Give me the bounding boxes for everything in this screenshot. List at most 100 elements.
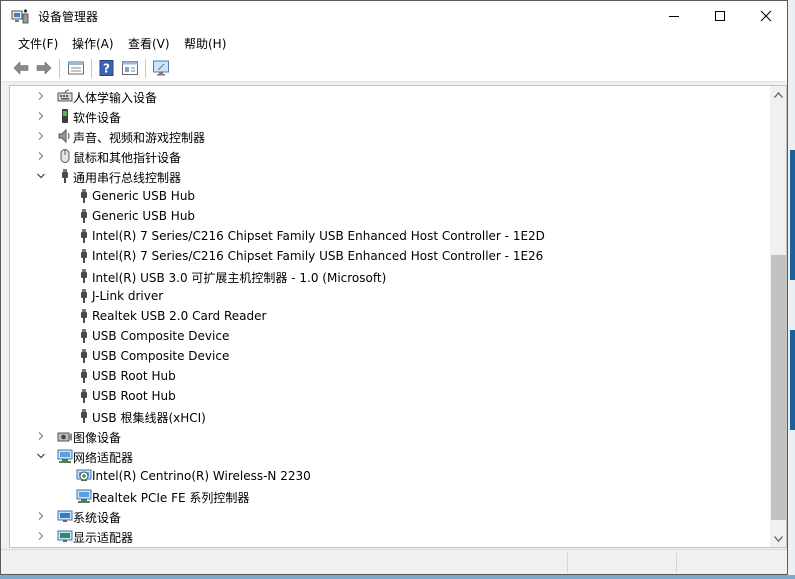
system-device-icon xyxy=(57,510,73,522)
tree-item-label: 网络适配器 xyxy=(73,451,134,465)
device-tree[interactable]: 人体学输入设备 软件设备声音、视频和游戏控制器 鼠标和其他指针设备 通用串行总线控制器… xyxy=(9,85,787,548)
scroll-up-button[interactable] xyxy=(770,86,786,103)
minimize-button[interactable] xyxy=(651,1,697,31)
tree-item-label: 显示适配器 xyxy=(73,531,134,545)
scroll-down-button[interactable] xyxy=(770,530,786,547)
usb-icon xyxy=(81,329,87,343)
menu-view[interactable]: 查看(V) xyxy=(128,35,170,52)
tree-category[interactable]: 软件设备 xyxy=(10,106,770,126)
menu-bar: 文件(F) 操作(A) 查看(V) 帮助(H) xyxy=(1,31,787,54)
tree-device[interactable]: USB Root Hub xyxy=(10,366,770,386)
monitor-icon[interactable] xyxy=(152,59,170,77)
tree-device[interactable]: Intel(R) USB 3.0 可扩展主机控制器 - 1.0 (Microso… xyxy=(10,266,770,286)
tree-item-label: 声音、视频和游戏控制器 xyxy=(73,131,206,145)
usb-icon xyxy=(81,349,87,363)
tree-item-label: Intel(R) 7 Series/C216 Chipset Family US… xyxy=(92,249,544,263)
tree-item-label: Intel(R) USB 3.0 可扩展主机控制器 - 1.0 (Microso… xyxy=(92,271,387,285)
tree-category[interactable]: 网络适配器 xyxy=(10,446,770,466)
usb-icon xyxy=(81,209,87,223)
tree-device[interactable]: Generic USB Hub xyxy=(10,186,770,206)
usb-icon xyxy=(62,169,68,183)
tree-device[interactable]: USB 根集线器(xHCI) xyxy=(10,406,770,426)
menu-file[interactable]: 文件(F) xyxy=(18,35,58,52)
expand-chevron-right-icon[interactable] xyxy=(36,151,46,161)
hid-device-icon xyxy=(57,89,73,102)
close-button[interactable] xyxy=(743,1,787,31)
expand-chevron-right-icon[interactable] xyxy=(36,431,46,441)
tree-device[interactable]: Intel(R) 7 Series/C216 Chipset Family US… xyxy=(10,226,770,246)
software-device-icon xyxy=(62,109,68,123)
status-pane xyxy=(567,553,568,572)
menu-action[interactable]: 操作(A) xyxy=(72,35,114,52)
expand-chevron-right-icon[interactable] xyxy=(36,531,46,541)
expand-chevron-right-icon[interactable] xyxy=(36,131,46,141)
tree-item-label: USB Composite Device xyxy=(92,329,230,343)
minimize-icon xyxy=(669,16,679,17)
network-adapter-icon xyxy=(76,489,92,503)
forward-arrow-icon[interactable] xyxy=(35,59,53,77)
tree-category[interactable]: 图像设备 xyxy=(10,426,770,446)
tree-device[interactable]: Intel(R) Centrino(R) Wireless-N 2230 xyxy=(10,466,770,486)
tree-item-label: 系统设备 xyxy=(73,511,122,525)
device-manager-icon xyxy=(11,9,29,24)
tree-category[interactable]: 声音、视频和游戏控制器 xyxy=(10,126,770,146)
usb-icon xyxy=(81,409,87,423)
vertical-scrollbar[interactable] xyxy=(770,86,786,547)
expand-chevron-down-icon[interactable] xyxy=(36,451,46,461)
back-arrow-icon[interactable] xyxy=(12,59,30,77)
speaker-icon xyxy=(58,128,70,144)
usb-icon xyxy=(81,189,87,203)
status-pane xyxy=(676,553,677,572)
tree-category[interactable]: 鼠标和其他指针设备 xyxy=(10,146,770,166)
maximize-icon xyxy=(715,11,725,21)
tree-device[interactable]: J-Link driver xyxy=(10,286,770,306)
scroll-thumb[interactable] xyxy=(771,255,786,520)
tree-category[interactable]: 显示适配器 xyxy=(10,526,770,546)
tree-device[interactable]: Realtek PCIe FE 系列控制器 xyxy=(10,486,770,506)
usb-icon xyxy=(81,369,87,383)
tree-device[interactable]: Generic USB Hub xyxy=(10,206,770,226)
tree-item-label: Generic USB Hub xyxy=(92,209,196,223)
network-adapter-icon xyxy=(57,449,73,463)
usb-icon xyxy=(81,249,87,263)
tree-item-label: 图像设备 xyxy=(73,431,122,445)
tree-item-label: Realtek USB 2.0 Card Reader xyxy=(92,309,267,323)
usb-icon xyxy=(81,269,87,283)
network-adapter-warning-icon xyxy=(76,469,92,481)
expand-chevron-right-icon[interactable] xyxy=(36,91,46,101)
title-bar[interactable]: 设备管理器 xyxy=(1,1,787,31)
tree-device[interactable]: Intel(R) 7 Series/C216 Chipset Family US… xyxy=(10,246,770,266)
menu-help[interactable]: 帮助(H) xyxy=(184,35,226,52)
tree-device[interactable]: USB Composite Device xyxy=(10,346,770,366)
tree-category[interactable]: 通用串行总线控制器 xyxy=(10,166,770,186)
tree-device[interactable]: USB Root Hub xyxy=(10,386,770,406)
toolbar: ? xyxy=(1,54,787,82)
tree-item-label: 人体学输入设备 xyxy=(73,91,158,105)
tree-item-label: Intel(R) 7 Series/C216 Chipset Family US… xyxy=(92,229,545,243)
tree-device[interactable]: USB Composite Device xyxy=(10,326,770,346)
tree-item-label: J-Link driver xyxy=(92,289,164,303)
device-manager-window: 设备管理器 文件(F) 操作(A) 查看(V) 帮助(H) ? 人体学输入设备 … xyxy=(0,0,788,575)
toolbar-separator xyxy=(59,59,60,78)
tree-device[interactable]: Realtek USB 2.0 Card Reader xyxy=(10,306,770,326)
tree-category[interactable]: 人体学输入设备 xyxy=(10,86,770,106)
chevron-down-icon xyxy=(774,535,783,542)
properties-icon[interactable] xyxy=(67,59,85,77)
expand-chevron-down-icon[interactable] xyxy=(36,171,46,181)
view-icon[interactable] xyxy=(121,59,139,77)
expand-chevron-right-icon[interactable] xyxy=(36,511,46,521)
usb-icon xyxy=(81,309,87,323)
tree-item-label: 软件设备 xyxy=(73,111,122,125)
tree-item-label: 鼠标和其他指针设备 xyxy=(73,151,182,165)
maximize-button[interactable] xyxy=(697,1,743,31)
desktop-graphic xyxy=(790,330,795,430)
usb-icon xyxy=(81,389,87,403)
help-icon[interactable]: ? xyxy=(98,59,116,77)
usb-icon xyxy=(81,289,87,303)
tree-category[interactable]: 系统设备 xyxy=(10,506,770,526)
display-adapter-icon xyxy=(57,530,73,542)
window-title: 设备管理器 xyxy=(38,10,99,24)
close-icon xyxy=(760,10,772,22)
expand-chevron-right-icon[interactable] xyxy=(36,111,46,121)
desktop-background xyxy=(788,0,795,579)
